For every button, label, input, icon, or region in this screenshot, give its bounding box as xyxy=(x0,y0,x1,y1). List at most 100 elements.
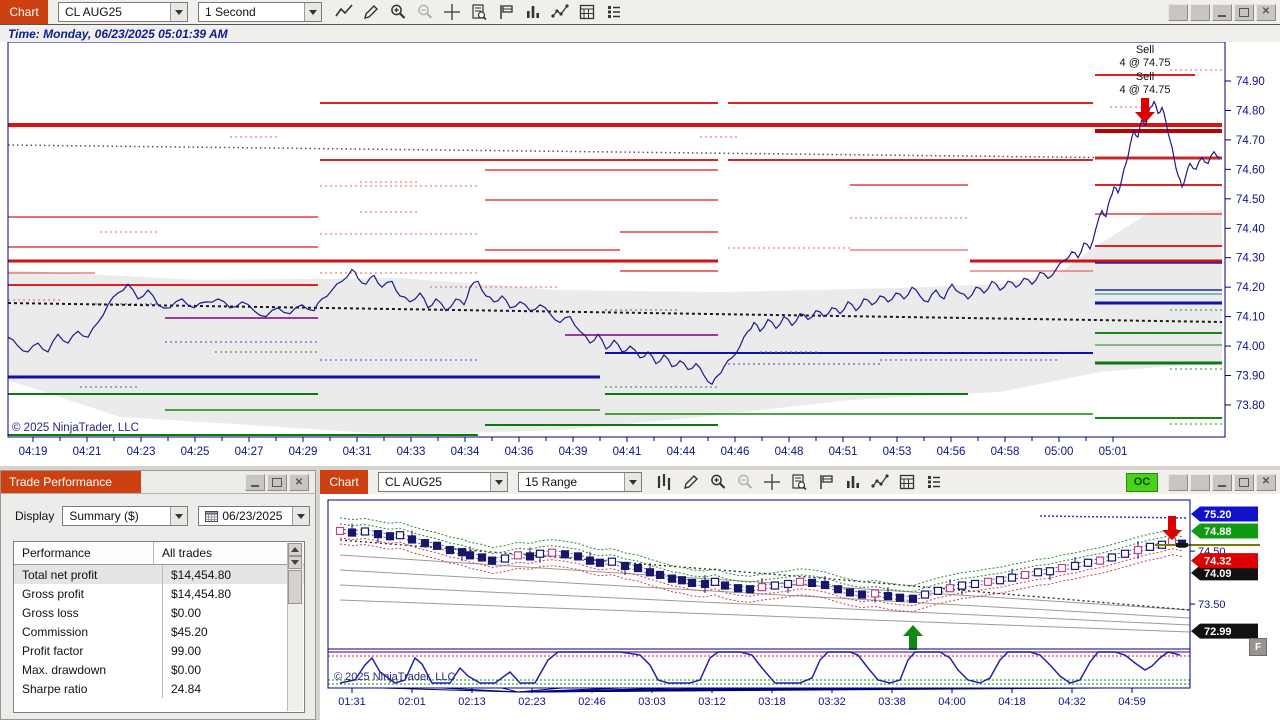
strategies-icon[interactable] xyxy=(574,1,599,23)
metric-value: $14,454.80 xyxy=(171,567,232,582)
zoom-out-icon[interactable] xyxy=(412,1,437,23)
svg-text:04:59: 04:59 xyxy=(1118,696,1146,708)
price-tag: 74.88 xyxy=(1191,523,1258,539)
minimize-icon xyxy=(1218,8,1226,17)
svg-text:74.09: 74.09 xyxy=(1204,568,1232,580)
trend-style-icon[interactable] xyxy=(331,1,356,23)
column-header-performance[interactable]: Performance xyxy=(14,542,154,564)
svg-text:04:29: 04:29 xyxy=(289,446,318,458)
metric-value: $0.00 xyxy=(171,605,202,620)
interval-select[interactable]: 1 Second xyxy=(198,2,322,22)
toolbar-extra-button[interactable] xyxy=(1190,473,1210,491)
svg-text:73.50: 73.50 xyxy=(1198,599,1226,611)
minimize-button[interactable] xyxy=(1212,473,1232,491)
minimize-icon xyxy=(1218,478,1226,487)
svg-text:4 @ 74.75: 4 @ 74.75 xyxy=(1120,84,1171,96)
svg-text:05:01: 05:01 xyxy=(1099,446,1128,458)
trade-performance-tab[interactable]: Trade Performance xyxy=(1,471,141,493)
scroll-down-button[interactable] xyxy=(288,556,302,569)
metric-label: Max. drawdown xyxy=(14,660,163,679)
scroll-thumb[interactable] xyxy=(288,570,302,604)
interval-value: 15 Range xyxy=(525,475,578,489)
order-entry-icon[interactable] xyxy=(493,1,518,23)
bottom-toolbar: Chart CL AUG25 15 Range OC ✕ xyxy=(320,470,1280,495)
svg-text:74.40: 74.40 xyxy=(1236,223,1265,235)
toolbar-extra-button[interactable] xyxy=(1168,473,1188,491)
instrument-value: CL AUG25 xyxy=(385,475,442,489)
properties-icon[interactable] xyxy=(601,1,626,23)
table-row[interactable]: Sharpe ratio 24.84 xyxy=(14,679,304,698)
bottom-chart-canvas[interactable]: 74.5073.5075.2074.8874.0974.3272.9901:31… xyxy=(320,494,1280,716)
data-series-icon[interactable] xyxy=(520,1,545,23)
table-scrollbar[interactable] xyxy=(287,543,303,711)
svg-text:04:58: 04:58 xyxy=(991,446,1020,458)
svg-text:04:00: 04:00 xyxy=(938,696,966,708)
calendar-icon xyxy=(205,511,219,522)
svg-text:04:34: 04:34 xyxy=(451,446,480,458)
restore-icon xyxy=(1239,477,1249,487)
crosshair-icon[interactable] xyxy=(759,471,784,493)
metric-label: Commission xyxy=(14,622,163,641)
toolbar-extra-button[interactable] xyxy=(1168,3,1188,21)
pencil-icon[interactable] xyxy=(358,1,383,23)
zoom-out-icon[interactable] xyxy=(732,471,757,493)
pencil-icon[interactable] xyxy=(678,471,703,493)
chart-trader-icon[interactable] xyxy=(786,471,811,493)
column-header-all-trades[interactable]: All trades xyxy=(154,542,304,564)
toolbar-extra-button[interactable] xyxy=(1190,3,1210,21)
svg-text:04:25: 04:25 xyxy=(181,446,210,458)
minimize-button[interactable] xyxy=(1212,3,1232,21)
table-row[interactable]: Commission $45.20 xyxy=(14,622,304,641)
display-select[interactable]: Summary ($) xyxy=(62,506,189,526)
instrument-select[interactable]: CL AUG25 xyxy=(58,2,188,22)
focus-button[interactable]: F xyxy=(1249,638,1267,656)
price-tag: 75.20 xyxy=(1191,506,1258,522)
order-entry-icon[interactable] xyxy=(813,471,838,493)
bar-style-icon[interactable] xyxy=(651,471,676,493)
close-button[interactable]: ✕ xyxy=(1256,3,1276,21)
zoom-in-icon[interactable] xyxy=(385,1,410,23)
crosshair-icon[interactable] xyxy=(439,1,464,23)
close-button[interactable]: ✕ xyxy=(289,474,309,491)
date-select[interactable]: 06/23/2025 xyxy=(198,506,311,526)
triangle-down-icon xyxy=(291,560,299,569)
chart-window-bottom: Chart CL AUG25 15 Range OC ✕ 74.50 73.50 7… xyxy=(320,470,1280,720)
table-row[interactable]: Max. drawdown $0.00 xyxy=(14,660,304,679)
zoom-in-icon[interactable] xyxy=(705,471,730,493)
oc-button[interactable]: OC xyxy=(1126,472,1158,492)
minimize-button[interactable] xyxy=(245,474,265,491)
close-button[interactable]: ✕ xyxy=(1256,473,1276,491)
table-row[interactable]: Gross loss $0.00 xyxy=(14,603,304,622)
properties-icon[interactable] xyxy=(921,471,946,493)
svg-text:74.10: 74.10 xyxy=(1236,312,1265,324)
svg-text:02:01: 02:01 xyxy=(398,696,426,708)
table-row[interactable]: Gross profit $14,454.80 xyxy=(14,584,304,603)
indicators-icon[interactable] xyxy=(867,471,892,493)
svg-text:04:23: 04:23 xyxy=(127,446,156,458)
chart-window-top: Chart CL AUG25 1 Second ✕ Time: Monday, … xyxy=(0,0,1280,466)
restore-button[interactable] xyxy=(267,474,287,491)
scroll-up-button[interactable] xyxy=(288,543,302,556)
top-chart-canvas[interactable]: Sell4 @ 74.75Sell4 @ 74.7574.9074.8074.7… xyxy=(0,42,1280,466)
instrument-select[interactable]: CL AUG25 xyxy=(378,472,508,492)
restore-button[interactable] xyxy=(1234,473,1254,491)
svg-text:03:12: 03:12 xyxy=(698,696,726,708)
table-row[interactable]: Profit factor 99.00 xyxy=(14,641,304,660)
data-series-icon[interactable] xyxy=(840,471,865,493)
chart-trader-icon[interactable] xyxy=(466,1,491,23)
svg-text:04:36: 04:36 xyxy=(505,446,534,458)
svg-text:04:53: 04:53 xyxy=(883,446,912,458)
price-tag: 72.99 xyxy=(1191,623,1258,639)
display-label: Display xyxy=(15,509,55,523)
restore-icon xyxy=(272,478,282,487)
strategies-icon[interactable] xyxy=(894,471,919,493)
restore-button[interactable] xyxy=(1234,3,1254,21)
table-row[interactable]: Total net profit $14,454.80 xyxy=(14,565,304,584)
svg-text:04:33: 04:33 xyxy=(397,446,426,458)
indicators-icon[interactable] xyxy=(547,1,572,23)
triangle-up-icon xyxy=(291,543,299,552)
svg-text:04:21: 04:21 xyxy=(73,446,102,458)
chart-tab[interactable]: Chart xyxy=(320,470,368,494)
interval-select[interactable]: 15 Range xyxy=(518,472,642,492)
chart-tab[interactable]: Chart xyxy=(0,0,48,24)
